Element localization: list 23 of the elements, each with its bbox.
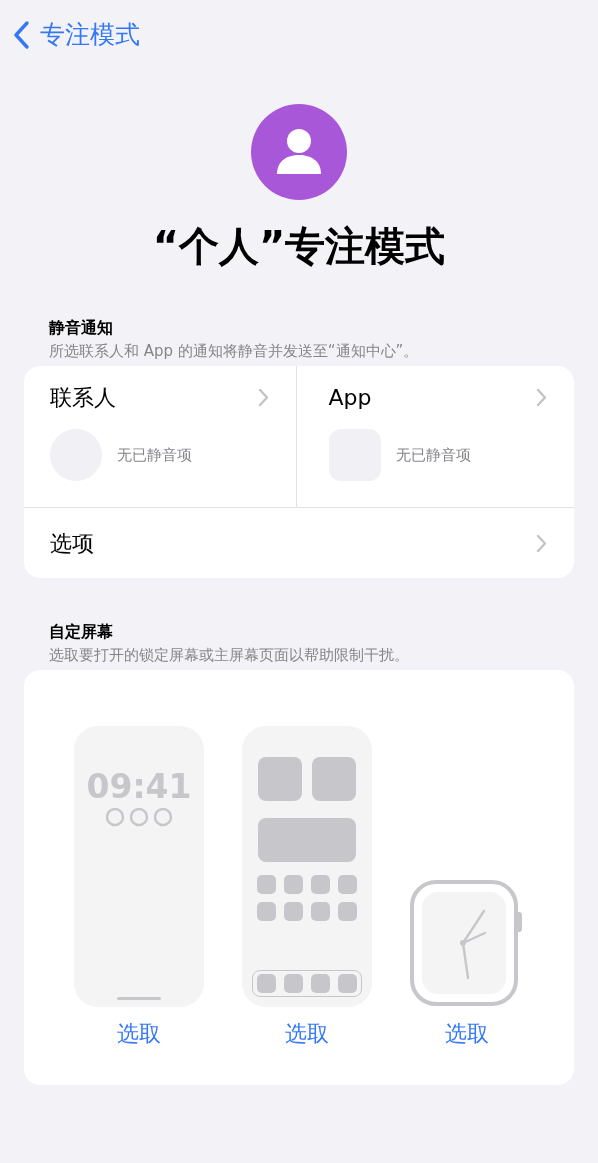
home-indicator (117, 997, 161, 1000)
focus-title: “个人”专注模式 (152, 222, 446, 271)
options-row[interactable]: 选项 (24, 508, 574, 578)
chevron-icon (536, 387, 547, 407)
pane-label: App (328, 383, 372, 412)
section-description: 选取要打开的锁定屏幕或主屏幕页面以帮助限制干扰。 (49, 645, 410, 666)
back-button[interactable]: 专注模式 (12, 19, 140, 50)
section-header: 自定屏幕 (49, 621, 114, 643)
back-icon (12, 19, 30, 50)
empty-label: 无已静音项 (117, 444, 192, 466)
pane-button[interactable]: App 无已静音项 (296, 366, 574, 507)
pane-button[interactable]: 联系人 无已静音项 (24, 366, 297, 507)
empty-label: 无已静音项 (395, 444, 471, 466)
section-header: 静音通知 (49, 317, 114, 339)
choose-button[interactable]: 选取 (285, 1019, 329, 1049)
chevron-icon (536, 533, 547, 553)
notification-dots-icon (103, 806, 175, 828)
choose-button[interactable]: 选取 (117, 1019, 161, 1049)
person-icon (276, 128, 322, 176)
section-description: 所选联系人和 App 的通知将静音并发送至“通知中心”。 (49, 341, 420, 362)
pane-label: 联系人 (50, 383, 116, 412)
chevron-icon (257, 387, 269, 407)
choose-button[interactable]: 选取 (445, 1019, 489, 1049)
